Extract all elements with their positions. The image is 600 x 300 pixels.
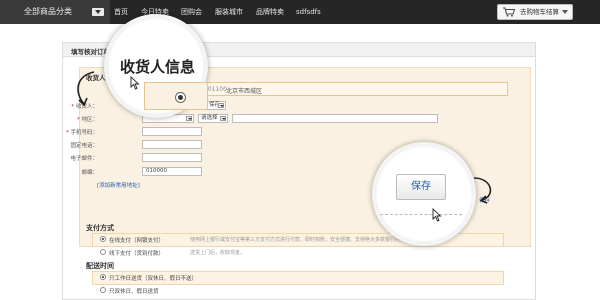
zip-input[interactable]: 010000 xyxy=(142,167,202,176)
phone-input[interactable] xyxy=(142,127,202,136)
region-save-select[interactable]: 保存 xyxy=(206,101,226,110)
cart-icon xyxy=(503,7,516,17)
region-label: * 地区： xyxy=(76,117,98,123)
payment-online-desc: 使用网上银行或支付宝等第三方支付方式进行付款，即时到账，安全便捷。支持绝大多数银… xyxy=(190,237,421,243)
delivery-weekend-label: 只双休日、假日送货 xyxy=(109,289,159,295)
delivery-weekday-radio[interactable] xyxy=(100,274,106,280)
email-input[interactable] xyxy=(142,153,202,162)
delivery-title: 配送时间 xyxy=(86,262,114,270)
payment-offline-radio[interactable] xyxy=(100,249,106,255)
cursor-icon xyxy=(130,76,140,90)
nav-link-home[interactable]: 首页 xyxy=(114,0,128,24)
payment-online-radio[interactable] xyxy=(100,236,106,242)
magnifier-radio xyxy=(175,92,186,103)
add-address-link[interactable]: [添加新常用地址] xyxy=(97,181,140,189)
zip-label: 邮编： xyxy=(81,170,98,176)
category-label: 全部商品分类 xyxy=(24,7,72,16)
cart-checkout-button[interactable]: 去购物车结算 xyxy=(497,4,573,20)
curved-arrow-icon xyxy=(473,177,492,204)
saved-address-text: 北京市西城区 xyxy=(226,88,263,95)
nav-link-clothing-city[interactable]: 服装城市 xyxy=(215,0,243,24)
nav-link-group-buy[interactable]: 团购会 xyxy=(181,0,202,24)
category-dropdown-icon[interactable] xyxy=(92,8,104,16)
email-label: 电子邮件： xyxy=(70,156,98,162)
nav-link-sdfsdfs[interactable]: sdfsdfs xyxy=(296,0,321,24)
payment-online-label: 在线支付（网银支付） xyxy=(109,238,165,244)
cursor-icon xyxy=(432,208,442,222)
payment-title: 支付方式 xyxy=(86,224,114,232)
chevron-down-icon xyxy=(562,10,568,14)
tel-label: 固定电话： xyxy=(70,143,98,149)
address-input[interactable] xyxy=(232,114,438,123)
payment-offline-desc: 送货上门后，收取现金。 xyxy=(190,250,246,256)
magnifier-title: 收货人信息 xyxy=(120,58,196,76)
top-navbar: 全部商品分类 首页 今日特卖 团购会 服装城市 品牌特卖 sdfsdfs 去购物… xyxy=(0,0,600,24)
city-select[interactable]: 请选择 xyxy=(198,114,228,123)
curved-arrow-icon xyxy=(77,71,95,107)
payment-offline-label: 线下支付（货到付款） xyxy=(109,251,165,257)
nav-link-brand-sale[interactable]: 品牌特卖 xyxy=(256,0,284,24)
delivery-weekend-radio[interactable] xyxy=(100,287,106,293)
phone-label: * 手机号码： xyxy=(65,130,98,136)
cart-checkout-label: 去购物车结算 xyxy=(520,8,559,16)
magnifier-save-button: 保存 xyxy=(396,174,446,200)
delivery-weekday-label: 只工作日送货（双休日、假日不送） xyxy=(109,276,198,282)
magnifier-divider xyxy=(380,214,462,215)
tel-input[interactable] xyxy=(142,140,202,149)
